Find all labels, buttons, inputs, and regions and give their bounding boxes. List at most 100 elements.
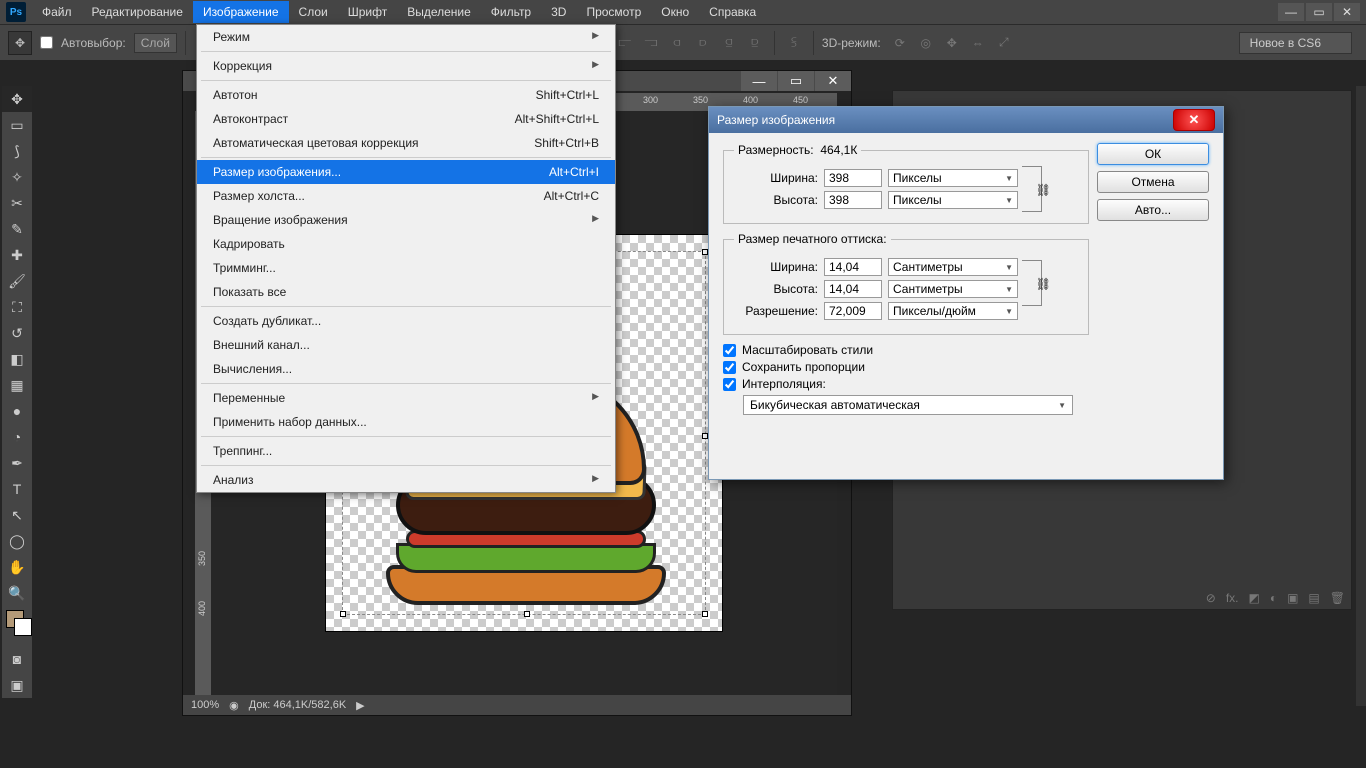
doc-minimize[interactable]: — bbox=[741, 71, 777, 91]
handle-br[interactable] bbox=[702, 611, 708, 617]
menu-edit[interactable]: Редактирование bbox=[82, 1, 193, 23]
mi-autocontrast[interactable]: АвтоконтрастAlt+Shift+Ctrl+L bbox=[197, 107, 615, 131]
hand-tool[interactable]: ✋ bbox=[2, 554, 32, 580]
menu-view[interactable]: Просмотр bbox=[576, 1, 651, 23]
menu-filter[interactable]: Фильтр bbox=[481, 1, 541, 23]
pixel-height-input[interactable] bbox=[824, 191, 882, 209]
crop-tool[interactable]: ✂ bbox=[2, 190, 32, 216]
lasso-tool[interactable]: ⟆ bbox=[2, 138, 32, 164]
path-tool[interactable]: ↖ bbox=[2, 502, 32, 528]
mi-autocolor[interactable]: Автоматическая цветовая коррекцияShift+C… bbox=[197, 131, 615, 155]
mi-mode[interactable]: Режим bbox=[197, 25, 615, 49]
handle-bc[interactable] bbox=[524, 611, 530, 617]
scale-icon[interactable]: ⤢ bbox=[993, 32, 1015, 54]
folder-icon[interactable]: ▣ bbox=[1287, 591, 1298, 605]
align-left-icon[interactable]: ⫍ bbox=[614, 32, 636, 54]
mi-trim[interactable]: Тримминг... bbox=[197, 256, 615, 280]
mi-rotate[interactable]: Вращение изображения bbox=[197, 208, 615, 232]
resolution-input[interactable] bbox=[824, 302, 882, 320]
cancel-button[interactable]: Отмена bbox=[1097, 171, 1209, 193]
menu-select[interactable]: Выделение bbox=[397, 1, 481, 23]
pan-icon[interactable]: ✥ bbox=[941, 32, 963, 54]
adjust-icon[interactable]: ◐ bbox=[1270, 591, 1277, 605]
print-height-unit[interactable]: Сантиметры bbox=[888, 280, 1018, 298]
close-button[interactable]: ✕ bbox=[1334, 3, 1360, 21]
mi-reveal[interactable]: Показать все bbox=[197, 280, 615, 304]
link-icon[interactable]: ⛓ bbox=[1036, 277, 1051, 291]
stamp-tool[interactable]: ⛶ bbox=[2, 294, 32, 320]
mi-apply-set[interactable]: Применить набор данных... bbox=[197, 410, 615, 434]
text-tool[interactable]: T bbox=[2, 476, 32, 502]
menu-layers[interactable]: Слои bbox=[289, 1, 338, 23]
newlayer-icon[interactable]: ▤ bbox=[1308, 591, 1319, 605]
history-brush-tool[interactable]: ↺ bbox=[2, 320, 32, 346]
pen-tool[interactable]: ✒ bbox=[2, 450, 32, 476]
roll-icon[interactable]: ◎ bbox=[915, 32, 937, 54]
color-swatches[interactable] bbox=[2, 606, 32, 632]
brush-tool[interactable]: 🖌 bbox=[2, 268, 32, 294]
slide-icon[interactable]: ⇔ bbox=[967, 32, 989, 54]
blur-tool[interactable]: ● bbox=[2, 398, 32, 424]
align-top-icon[interactable]: ⫐ bbox=[692, 32, 714, 54]
pixel-height-unit[interactable]: Пикселы bbox=[888, 191, 1018, 209]
link-icon[interactable]: ⊘ bbox=[1206, 591, 1216, 605]
mask-icon[interactable]: ◩ bbox=[1248, 591, 1259, 605]
mi-image-size[interactable]: Размер изображения...Alt+Ctrl+I bbox=[197, 160, 615, 184]
mi-canvas-size[interactable]: Размер холста...Alt+Ctrl+C bbox=[197, 184, 615, 208]
auto-select-checkbox[interactable] bbox=[40, 36, 53, 49]
gradient-tool[interactable]: ▦ bbox=[2, 372, 32, 398]
align-right-icon[interactable]: ⫏ bbox=[666, 32, 688, 54]
link-icon[interactable]: ⛓ bbox=[1036, 183, 1051, 197]
constrain-checkbox[interactable] bbox=[723, 361, 736, 374]
orbit-icon[interactable]: ⟳ bbox=[889, 32, 911, 54]
align-mid-icon[interactable]: ⫑ bbox=[718, 32, 740, 54]
scale-styles-checkbox[interactable] bbox=[723, 344, 736, 357]
auto-button[interactable]: Авто... bbox=[1097, 199, 1209, 221]
menu-window[interactable]: Окно bbox=[651, 1, 699, 23]
menu-3d[interactable]: 3D bbox=[541, 1, 576, 23]
move-tool[interactable]: ✥ bbox=[2, 86, 32, 112]
screenmode-tool[interactable]: ▣ bbox=[2, 672, 32, 698]
menu-file[interactable]: Файл bbox=[32, 1, 82, 23]
pixel-width-unit[interactable]: Пикселы bbox=[888, 169, 1018, 187]
eyedropper-tool[interactable]: ✎ bbox=[2, 216, 32, 242]
distribute-icon[interactable]: ⫓ bbox=[783, 32, 805, 54]
doc-close[interactable]: ✕ bbox=[815, 71, 851, 91]
interpolation-dropdown[interactable]: Бикубическая автоматическая bbox=[743, 395, 1073, 415]
marquee-tool[interactable]: ▭ bbox=[2, 112, 32, 138]
resolution-unit[interactable]: Пикселы/дюйм bbox=[888, 302, 1018, 320]
minimize-button[interactable]: — bbox=[1278, 3, 1304, 21]
auto-select-dropdown[interactable]: Слой bbox=[134, 33, 177, 53]
maximize-button[interactable]: ▭ bbox=[1306, 3, 1332, 21]
mi-duplicate[interactable]: Создать дубликат... bbox=[197, 309, 615, 333]
handle-bl[interactable] bbox=[340, 611, 346, 617]
pixel-width-input[interactable] bbox=[824, 169, 882, 187]
fx-icon[interactable]: fx. bbox=[1226, 591, 1239, 605]
resample-checkbox[interactable] bbox=[723, 378, 736, 391]
trash-icon[interactable]: 🗑 bbox=[1330, 591, 1345, 605]
zoom-tool[interactable]: 🔍 bbox=[2, 580, 32, 606]
mi-autotone[interactable]: АвтотонShift+Ctrl+L bbox=[197, 83, 615, 107]
shape-tool[interactable]: ◯ bbox=[2, 528, 32, 554]
print-height-input[interactable] bbox=[824, 280, 882, 298]
align-center-icon[interactable]: ⫎ bbox=[640, 32, 662, 54]
print-width-unit[interactable]: Сантиметры bbox=[888, 258, 1018, 276]
mi-variables[interactable]: Переменные bbox=[197, 386, 615, 410]
ok-button[interactable]: ОК bbox=[1097, 143, 1209, 165]
mi-crop[interactable]: Кадрировать bbox=[197, 232, 615, 256]
status-arrow-icon[interactable]: ▶ bbox=[356, 699, 364, 712]
print-width-input[interactable] bbox=[824, 258, 882, 276]
mi-trap[interactable]: Треппинг... bbox=[197, 439, 615, 463]
menu-image[interactable]: Изображение bbox=[193, 1, 289, 23]
quickmask-tool[interactable]: ◙ bbox=[2, 646, 32, 672]
mi-correction[interactable]: Коррекция bbox=[197, 54, 615, 78]
zoom-level[interactable]: 100% bbox=[191, 699, 219, 711]
mi-analysis[interactable]: Анализ bbox=[197, 468, 615, 492]
wand-tool[interactable]: ✧ bbox=[2, 164, 32, 190]
mi-calculations[interactable]: Вычисления... bbox=[197, 357, 615, 381]
dialog-close-button[interactable]: ✕ bbox=[1173, 109, 1215, 131]
mi-apply-image[interactable]: Внешний канал... bbox=[197, 333, 615, 357]
menu-help[interactable]: Справка bbox=[699, 1, 766, 23]
dodge-tool[interactable]: ◔ bbox=[2, 424, 32, 450]
heal-tool[interactable]: ✚ bbox=[2, 242, 32, 268]
